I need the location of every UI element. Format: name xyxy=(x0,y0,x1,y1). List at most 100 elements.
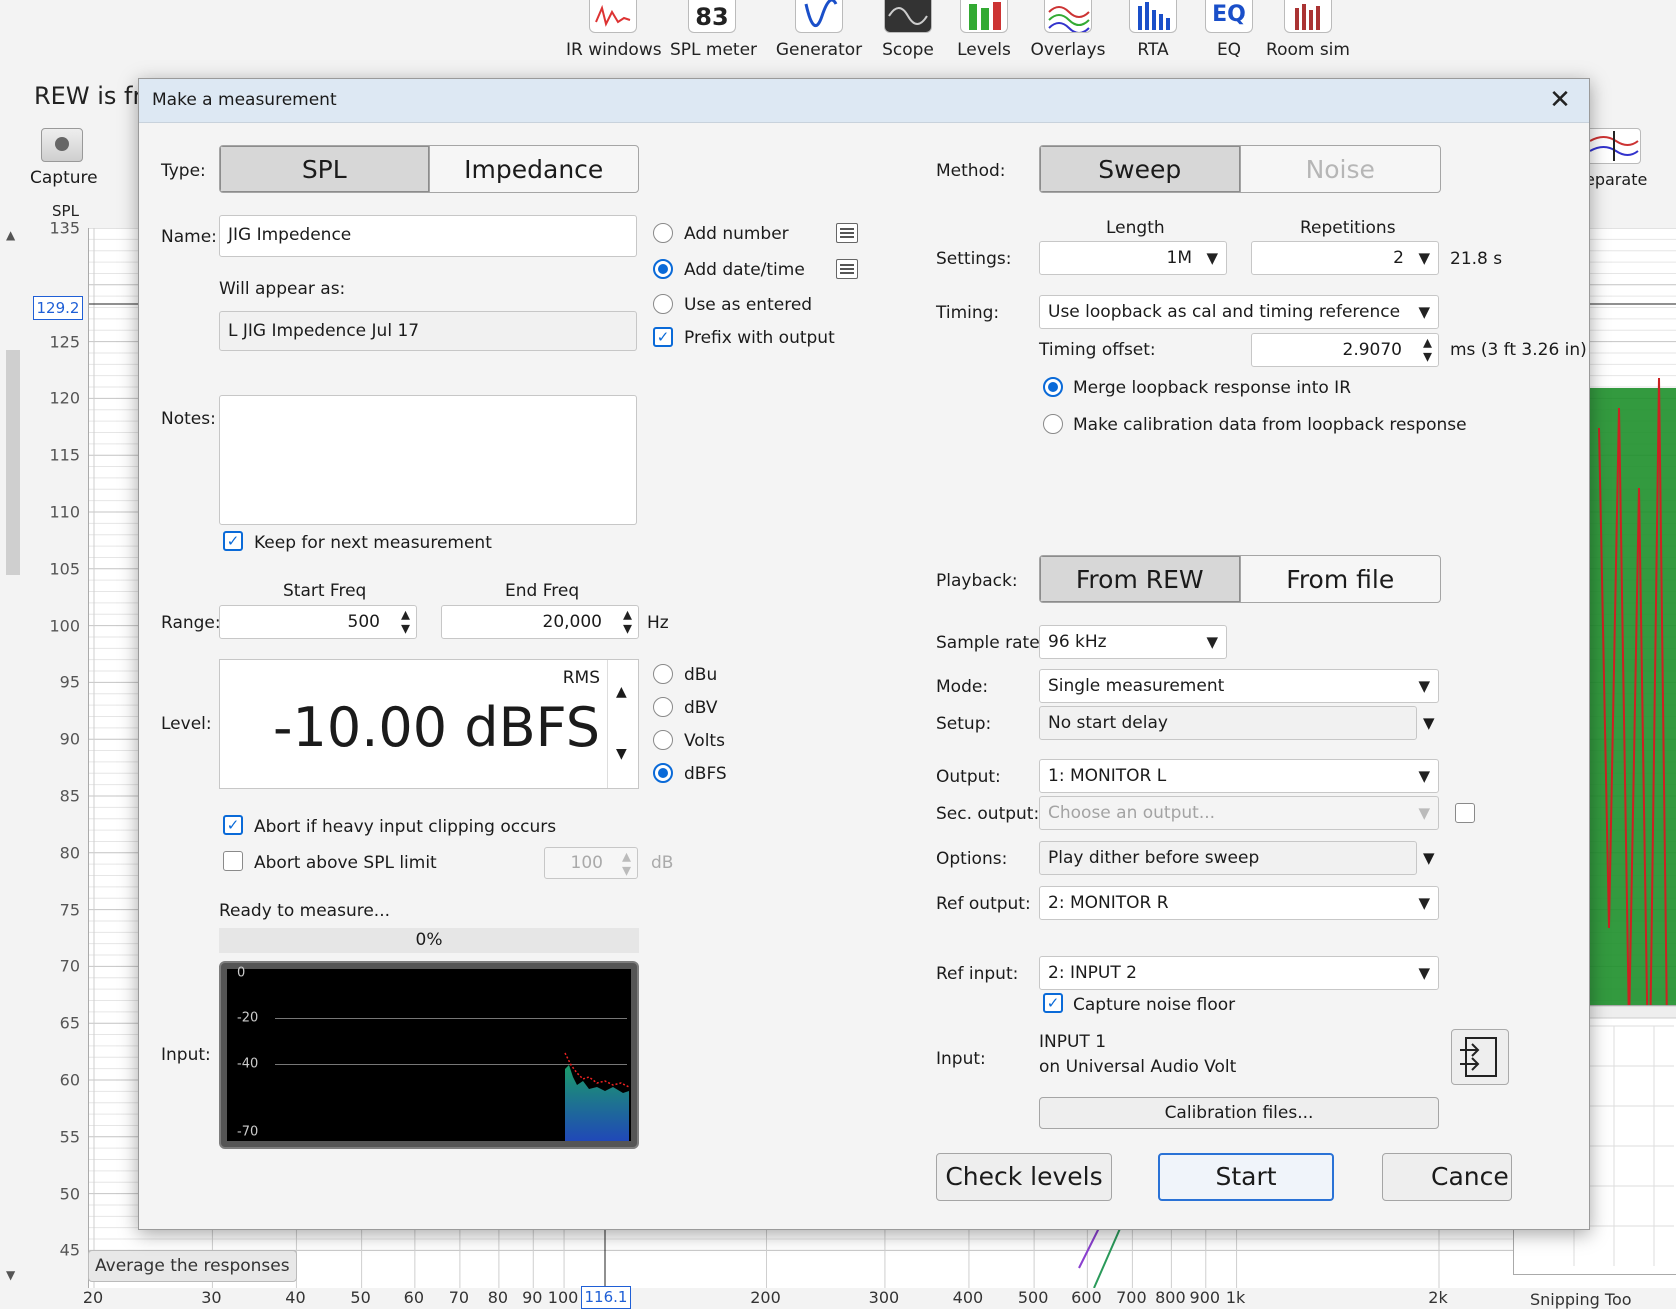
sec-output-checkbox[interactable] xyxy=(1455,803,1475,823)
add-datetime-label: Add date/time xyxy=(684,260,805,280)
close-icon[interactable]: ✕ xyxy=(1544,85,1576,115)
level-spinner[interactable]: ▲ ▼ xyxy=(607,660,638,788)
start-freq-spinner-icon[interactable]: ▴ ▾ xyxy=(401,606,410,638)
number-format-icon[interactable] xyxy=(836,223,858,243)
unit-dbu-radio[interactable] xyxy=(653,664,673,684)
playback-from-rew-option[interactable]: From REW xyxy=(1040,556,1240,602)
x-tick-label: 50 xyxy=(350,1288,371,1307)
overlays-label: Overlays xyxy=(1030,40,1106,60)
cancel-button[interactable]: Cancel xyxy=(1382,1153,1512,1201)
levels-button[interactable]: Levels xyxy=(950,0,1018,66)
x-tick-label: 1k xyxy=(1225,1288,1246,1307)
setup-select[interactable]: No start delay xyxy=(1039,706,1417,740)
abort-clipping-checkbox[interactable]: ✓ xyxy=(223,815,243,835)
datetime-format-icon[interactable] xyxy=(836,259,858,279)
scope-label: Scope xyxy=(882,40,934,60)
options-select[interactable]: Play dither before sweep xyxy=(1039,841,1417,875)
levels-label: Levels xyxy=(957,40,1011,60)
add-number-radio[interactable] xyxy=(653,223,673,243)
ref-input-select[interactable]: 2: INPUT 2 ▼ xyxy=(1039,956,1439,990)
type-impedance-option[interactable]: Impedance xyxy=(428,146,639,192)
make-calibration-label: Make calibration data from loopback resp… xyxy=(1073,415,1467,435)
type-selector[interactable]: SPL Impedance xyxy=(219,145,639,193)
keep-for-next-checkbox[interactable]: ✓ xyxy=(223,531,243,551)
capture-button[interactable]: Capture xyxy=(30,128,98,188)
room-sim-button[interactable]: Room sim xyxy=(1262,0,1354,66)
overlays-button[interactable]: Overlays xyxy=(1030,0,1106,66)
ref-output-select[interactable]: 2: MONITOR R ▼ xyxy=(1039,886,1439,920)
notes-textarea[interactable] xyxy=(219,395,637,525)
generator-button[interactable]: Generator xyxy=(772,0,866,66)
timing-offset-input[interactable]: 2.9070 ▴ ▾ xyxy=(1251,333,1439,367)
capture-noise-floor-checkbox[interactable]: ✓ xyxy=(1043,993,1063,1013)
spl-axis-label: SPL xyxy=(52,202,79,220)
y-tick-label: 135 xyxy=(49,218,80,238)
ref-output-label: Ref output: xyxy=(936,894,1031,914)
unit-dbv-radio[interactable] xyxy=(653,697,673,717)
merge-loopback-radio[interactable] xyxy=(1043,377,1063,397)
timing-offset-spinner-icon[interactable]: ▴ ▾ xyxy=(1423,334,1432,366)
level-down-icon[interactable]: ▼ xyxy=(616,746,627,762)
y-tick-label: 50 xyxy=(59,1184,80,1204)
sample-rate-value: 96 kHz xyxy=(1048,632,1107,652)
calibration-files-button[interactable]: Calibration files... xyxy=(1039,1097,1439,1129)
start-button[interactable]: Start xyxy=(1158,1153,1334,1201)
spl-meter-button[interactable]: 83 SPL meter xyxy=(670,0,757,66)
make-calibration-radio[interactable] xyxy=(1043,414,1063,434)
y-axis: 135 125 120 115 110 105 100 95 90 85 80 75 70 65 60 55 5… xyxy=(0,218,88,1280)
level-label: Level: xyxy=(161,714,212,734)
rta-button[interactable]: RTA xyxy=(1124,0,1182,66)
x-tick-label: 800 xyxy=(1155,1288,1186,1307)
input-select-button[interactable] xyxy=(1451,1029,1509,1085)
end-freq-spinner-icon[interactable]: ▴ ▾ xyxy=(623,606,632,638)
playback-from-file-option[interactable]: From file xyxy=(1239,556,1441,602)
unit-dbfs-radio[interactable] xyxy=(653,763,673,783)
playback-selector[interactable]: From REW From file xyxy=(1039,555,1441,603)
x-tick-label: 200 xyxy=(750,1288,781,1307)
output-select[interactable]: 1: MONITOR L ▼ xyxy=(1039,759,1439,793)
snipping-tool-notification[interactable]: Snipping Too xyxy=(1530,1290,1632,1309)
add-datetime-radio[interactable] xyxy=(653,259,673,279)
check-levels-button[interactable]: Check levels xyxy=(936,1153,1112,1201)
use-as-entered-radio[interactable] xyxy=(653,294,673,314)
start-freq-input[interactable]: 500 ▴ ▾ xyxy=(219,605,417,639)
y-tick-label: 95 xyxy=(59,672,80,692)
average-responses-button[interactable]: Average the responses xyxy=(88,1250,297,1282)
dialog-titlebar[interactable]: Make a measurement ✕ xyxy=(139,79,1589,123)
level-up-icon[interactable]: ▲ xyxy=(616,684,627,700)
abort-spl-checkbox[interactable] xyxy=(223,851,243,871)
eq-button[interactable]: EQ EQ xyxy=(1200,0,1258,66)
separate-button[interactable]: eparate xyxy=(1585,128,1673,189)
chevron-down-icon: ▼ xyxy=(1418,894,1430,912)
name-input[interactable]: JIG Impedence xyxy=(219,215,637,257)
ref-input-value: 2: INPUT 2 xyxy=(1048,963,1137,983)
merge-loopback-label: Merge loopback response into IR xyxy=(1073,378,1352,398)
mode-select[interactable]: Single measurement ▼ xyxy=(1039,669,1439,703)
ir-windows-button[interactable]: IR windows xyxy=(566,0,662,66)
length-value: 1M xyxy=(1166,248,1192,268)
prefix-with-output-checkbox[interactable]: ✓ xyxy=(653,327,673,347)
meter-screen: 0 -20 -40 -70 xyxy=(227,966,631,1141)
setup-dropdown-icon[interactable]: ▼ xyxy=(1423,714,1435,732)
length-select[interactable]: 1M ▼ xyxy=(1039,241,1227,275)
level-display[interactable]: RMS -10.00 dBFS ▲ ▼ xyxy=(219,659,639,789)
method-selector[interactable]: Sweep Noise xyxy=(1039,145,1441,193)
x-tick-label: 2k xyxy=(1428,1288,1448,1307)
options-dropdown-icon[interactable]: ▼ xyxy=(1423,849,1435,867)
x-tick-label: 60 xyxy=(403,1288,425,1307)
timing-select[interactable]: Use loopback as cal and timing reference… xyxy=(1039,295,1439,329)
y-tick-label: 55 xyxy=(59,1127,80,1147)
overlays-icon xyxy=(1044,0,1092,34)
y-tick-label: 60 xyxy=(59,1070,80,1090)
method-label: Method: xyxy=(936,161,1006,181)
sample-rate-select[interactable]: 96 kHz ▼ xyxy=(1039,625,1227,659)
type-spl-option[interactable]: SPL xyxy=(220,146,429,192)
unit-volts-label: Volts xyxy=(684,731,725,751)
unit-volts-radio[interactable] xyxy=(653,730,673,750)
method-sweep-option[interactable]: Sweep xyxy=(1040,146,1240,192)
unit-dbu-label: dBu xyxy=(684,665,718,685)
scope-button[interactable]: Scope xyxy=(876,0,940,66)
playback-label: Playback: xyxy=(936,571,1018,591)
repetitions-select[interactable]: 2 ▼ xyxy=(1251,241,1439,275)
end-freq-input[interactable]: 20,000 ▴ ▾ xyxy=(441,605,639,639)
